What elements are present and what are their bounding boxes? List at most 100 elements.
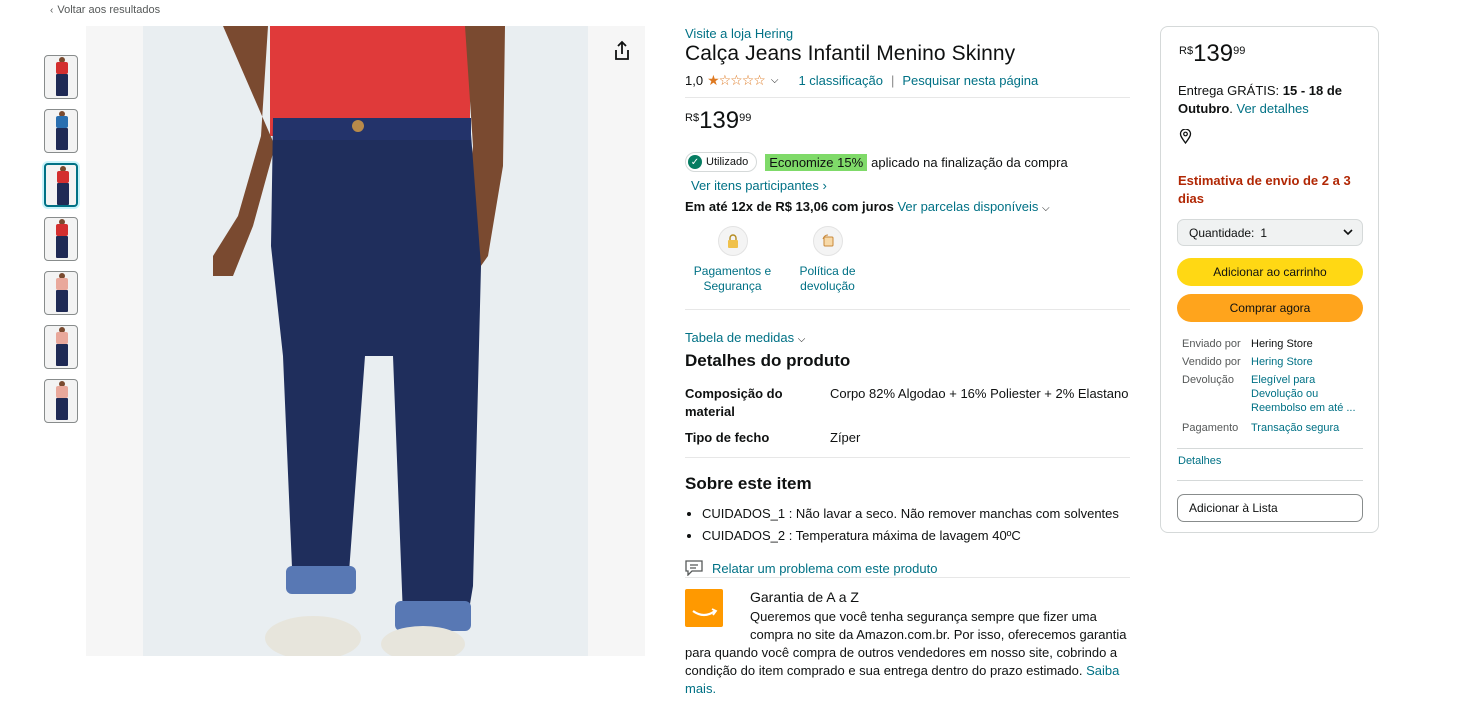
feature-payments[interactable]: Pagamentos e Segurança: [685, 226, 780, 294]
feature-returns-label: Política de devolução: [799, 264, 856, 293]
used-badge: ✓ Utilizado: [685, 152, 758, 172]
guarantee-text-2: para quando você compra de outros vended…: [685, 644, 1130, 698]
shipping-estimate: Estimativa de envio de 2 a 3 dias: [1178, 173, 1351, 206]
thumbnail-figure-pants: [56, 398, 68, 420]
size-table-link[interactable]: Tabela de medidas: [685, 330, 794, 345]
used-badge-label: Utilizado: [706, 156, 749, 168]
location-pin-icon[interactable]: [1179, 128, 1192, 147]
divider: [1177, 448, 1363, 449]
seller-row: Vendido por Hering Store: [1182, 355, 1367, 369]
return-icon: [812, 226, 843, 256]
details-heading: Detalhes do produto: [685, 351, 851, 370]
thumbnail-2[interactable]: [44, 109, 78, 153]
seller-key: Devolução: [1182, 374, 1234, 386]
guarantee-text-2-body: para quando você compra de outros vended…: [685, 645, 1118, 678]
seller-key: Pagamento: [1182, 422, 1239, 434]
thumbnail-figure-pants: [56, 74, 68, 96]
chevron-down-icon[interactable]: ⌵: [1042, 203, 1050, 214]
thumbnail-4[interactable]: [44, 217, 78, 261]
rating-count-link[interactable]: 1 classificação: [798, 73, 883, 88]
chevron-down-icon: [1342, 226, 1354, 241]
feature-returns[interactable]: Política de devolução: [780, 226, 875, 294]
details-value: Corpo 82% Algodao + 16% Poliester + 2% E…: [830, 386, 1129, 401]
savings-badge: Economize 15%: [765, 153, 868, 171]
chevron-left-icon: ‹: [50, 5, 54, 16]
seller-key: Enviado por: [1182, 338, 1241, 350]
price-currency: R$: [685, 112, 700, 124]
lock-icon: [717, 226, 748, 256]
seller-row: Enviado por Hering Store: [1182, 337, 1367, 351]
delivery-details-link[interactable]: Ver detalhes: [1237, 101, 1309, 116]
thumbnail-5[interactable]: [44, 271, 78, 315]
divider: [685, 577, 1130, 578]
price-currency: R$: [1179, 45, 1194, 57]
buy-box: R$ 139 99 Entrega GRÁTIS: 15 - 18 de Out…: [1160, 26, 1379, 533]
feature-payments-label: Pagamentos e Segurança: [693, 264, 772, 293]
buybox-price: R$ 139 99: [1179, 41, 1245, 67]
price-fraction: 99: [1233, 45, 1246, 57]
rating-row: 1,0 ★☆☆☆☆ ⌵ 1 classificação | Pesquisar …: [685, 72, 1130, 89]
installments-text: Em até 12x de R$ 13,06 com juros: [685, 199, 894, 214]
thumbnail-figure-shirt: [56, 116, 68, 128]
details-value: Zíper: [830, 430, 861, 445]
thumbnail-6[interactable]: [44, 325, 78, 369]
quantity-select[interactable]: Quantidade: 1: [1177, 219, 1363, 246]
thumbnail-figure-pants: [57, 183, 69, 205]
buy-now-button[interactable]: Comprar agora: [1177, 294, 1363, 322]
thumbnail-figure-shirt: [56, 386, 68, 398]
divider: |: [890, 73, 895, 88]
price-fraction: 99: [739, 112, 752, 124]
thumbnail-figure-pants: [56, 290, 68, 312]
price-whole: 139: [699, 107, 740, 134]
thumbnail-figure-pants: [56, 236, 68, 258]
payment-link[interactable]: Transação segura: [1251, 421, 1361, 435]
product-photo: [143, 26, 588, 656]
details-table: Composição do material Corpo 82% Algodao…: [685, 381, 1130, 451]
product-info: Visite a loja Hering Calça Jeans Infanti…: [685, 26, 1130, 698]
delivery-info: Entrega GRÁTIS: 15 - 18 de Outubro. Ver …: [1178, 83, 1343, 116]
main-product-image[interactable]: [86, 26, 645, 656]
seller-row: Pagamento Transação segura: [1182, 421, 1367, 435]
amazon-smile-icon: [685, 589, 723, 627]
details-key: Tipo de fecho: [685, 430, 770, 445]
store-link[interactable]: Visite a loja Hering: [685, 26, 1130, 41]
quantity-label: Quantidade:: [1189, 225, 1255, 240]
add-to-cart-button[interactable]: Adicionar ao carrinho: [1177, 258, 1363, 286]
installments-link[interactable]: Ver parcelas disponíveis: [897, 199, 1038, 214]
seller-row: Devolução Elegível para Devolução ou Ree…: [1182, 373, 1367, 415]
thumbnail-figure-shirt: [56, 224, 68, 236]
add-to-list-button[interactable]: Adicionar à Lista: [1177, 494, 1363, 522]
returns-link[interactable]: Elegível para Devolução ou Reembolso em …: [1251, 373, 1361, 415]
guarantee-block: Garantia de A a Z Queremos que você tenh…: [685, 589, 1130, 698]
size-table-toggle[interactable]: Tabela de medidas ⌵: [685, 330, 1130, 345]
thumbnail-7[interactable]: [44, 379, 78, 423]
quantity-value: 1: [1260, 225, 1268, 240]
seller-key: Vendido por: [1182, 356, 1241, 368]
thumbnail-1[interactable]: [44, 55, 78, 99]
divider: [685, 309, 1130, 310]
seller-info: Enviado por Hering Store Vendido por Her…: [1182, 337, 1367, 435]
search-page-link[interactable]: Pesquisar nesta página: [902, 73, 1038, 88]
details-key: Composição do material: [685, 386, 783, 419]
thumbnail-figure-shirt: [56, 332, 68, 344]
table-row: Tipo de fecho Zíper: [685, 425, 1130, 451]
thumbnail-3[interactable]: [44, 163, 78, 207]
list-item: CUIDADOS_1 : Não lavar a seco. Não remov…: [702, 506, 1130, 521]
chevron-down-icon[interactable]: ⌵: [771, 75, 779, 86]
seller-value: Hering Store: [1251, 338, 1313, 350]
participating-items-link[interactable]: Ver itens participantes ›: [691, 178, 1130, 193]
share-icon[interactable]: [609, 38, 635, 64]
seller-link[interactable]: Hering Store: [1251, 355, 1361, 369]
star-rating-icon[interactable]: ★☆☆☆☆: [707, 72, 766, 89]
report-problem-link[interactable]: Relatar um problema com este produto: [685, 560, 1130, 576]
guarantee-text-1: Queremos que você tenha segurança sempre…: [750, 609, 1127, 642]
delivery-prefix: Entrega GRÁTIS:: [1178, 83, 1283, 98]
report-problem-label: Relatar um problema com este produto: [712, 560, 938, 576]
thumbnail-figure-pants: [56, 344, 68, 366]
table-row: Composição do material Corpo 82% Algodao…: [685, 381, 1130, 425]
thumbnail-figure-shirt: [56, 62, 68, 74]
price: R$ 139 99: [685, 108, 1130, 134]
price-whole: 139: [1193, 40, 1234, 67]
back-to-results-link[interactable]: ‹ Voltar aos resultados: [50, 4, 160, 16]
details-link[interactable]: Detalhes: [1178, 455, 1221, 467]
